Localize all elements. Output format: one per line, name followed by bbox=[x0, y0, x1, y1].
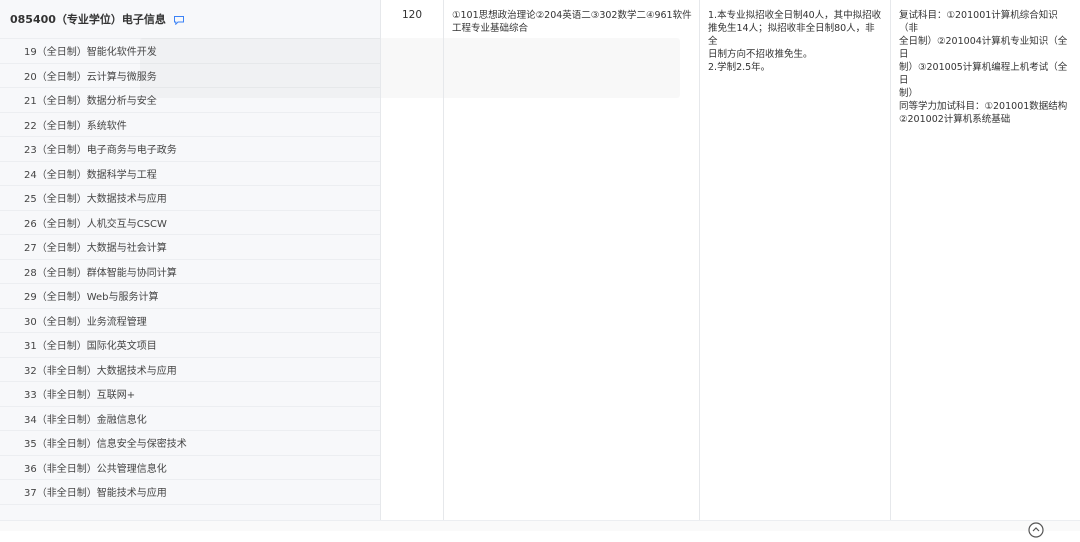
direction-row: 32（非全日制）大数据技术与应用 bbox=[0, 357, 380, 382]
remarks: 1.本专业拟招收全日制40人，其中拟招收 推免生14人；拟招收非全日制80人，非… bbox=[699, 0, 890, 520]
comment-icon[interactable] bbox=[173, 15, 184, 25]
major-title: 085400（专业学位）电子信息 bbox=[10, 13, 166, 26]
direction-row: 24（全日制）数据科学与工程 bbox=[0, 161, 380, 186]
retest-line: 同等学力加试科目：①201001数据结构 bbox=[899, 101, 1068, 112]
direction-row: 36（非全日制）公共管理信息化 bbox=[0, 455, 380, 480]
retest-line: ②201002计算机系统基础 bbox=[899, 114, 1011, 125]
direction-row: 26（全日制）人机交互与CSCW bbox=[0, 210, 380, 235]
exam-subjects: ①101思想政治理论②204英语二③302数学二④961软件 工程专业基础综合 bbox=[443, 0, 699, 520]
remark-line: 1.本专业拟招收全日制40人，其中拟招收 bbox=[708, 10, 882, 21]
direction-row: 37（非全日制）智能技术与应用 bbox=[0, 480, 380, 505]
major-header: 085400（专业学位）电子信息 bbox=[0, 0, 380, 39]
direction-row: 25（全日制）大数据技术与应用 bbox=[0, 186, 380, 211]
remark-line: 推免生14人；拟招收非全日制80人，非全 bbox=[708, 23, 875, 47]
direction-row: 23（全日制）电子商务与电子政务 bbox=[0, 137, 380, 162]
remark-line: 2.学制2.5年。 bbox=[708, 62, 771, 73]
direction-row: 22（全日制）系统软件 bbox=[0, 112, 380, 137]
direction-row: 31（全日制）国际化英文项目 bbox=[0, 333, 380, 358]
direction-row: 35（非全日制）信息安全与保密技术 bbox=[0, 431, 380, 456]
admissions-table: 085400（专业学位）电子信息 19（全日制）智能化软件开发 20（全日制）云计… bbox=[0, 0, 1080, 520]
direction-row: 28（全日制）群体智能与协同计算 bbox=[0, 259, 380, 284]
enrollment-count: 120 bbox=[380, 0, 443, 520]
exam-line: ①101思想政治理论②204英语二③302数学二④961软件 bbox=[452, 10, 692, 21]
retest-subjects: 复试科目：①201001计算机综合知识（非 全日制）②201004计算机专业知识… bbox=[890, 0, 1080, 520]
retest-line: 制） bbox=[899, 88, 919, 99]
direction-row: 29（全日制）Web与服务计算 bbox=[0, 284, 380, 309]
direction-row: 33（非全日制）互联网+ bbox=[0, 382, 380, 407]
direction-row: 27（全日制）大数据与社会计算 bbox=[0, 235, 380, 260]
retest-line: 全日制）②201004计算机专业知识（全日 bbox=[899, 36, 1068, 60]
scroll-up-icon[interactable] bbox=[1028, 522, 1044, 538]
retest-line: 复试科目：①201001计算机综合知识（非 bbox=[899, 10, 1058, 34]
remark-line: 日制方向不招收推免生。 bbox=[708, 49, 813, 60]
exam-line: 工程专业基础综合 bbox=[452, 23, 529, 34]
direction-row: 34（非全日制）金融信息化 bbox=[0, 406, 380, 431]
direction-row: 30（全日制）业务流程管理 bbox=[0, 308, 380, 333]
direction-list: 19（全日制）智能化软件开发 20（全日制）云计算与微服务 21（全日制）数据分析与… bbox=[0, 39, 380, 505]
bottom-bar bbox=[0, 520, 1080, 531]
retest-line: 制）③201005计算机编程上机考试（全日 bbox=[899, 62, 1068, 86]
